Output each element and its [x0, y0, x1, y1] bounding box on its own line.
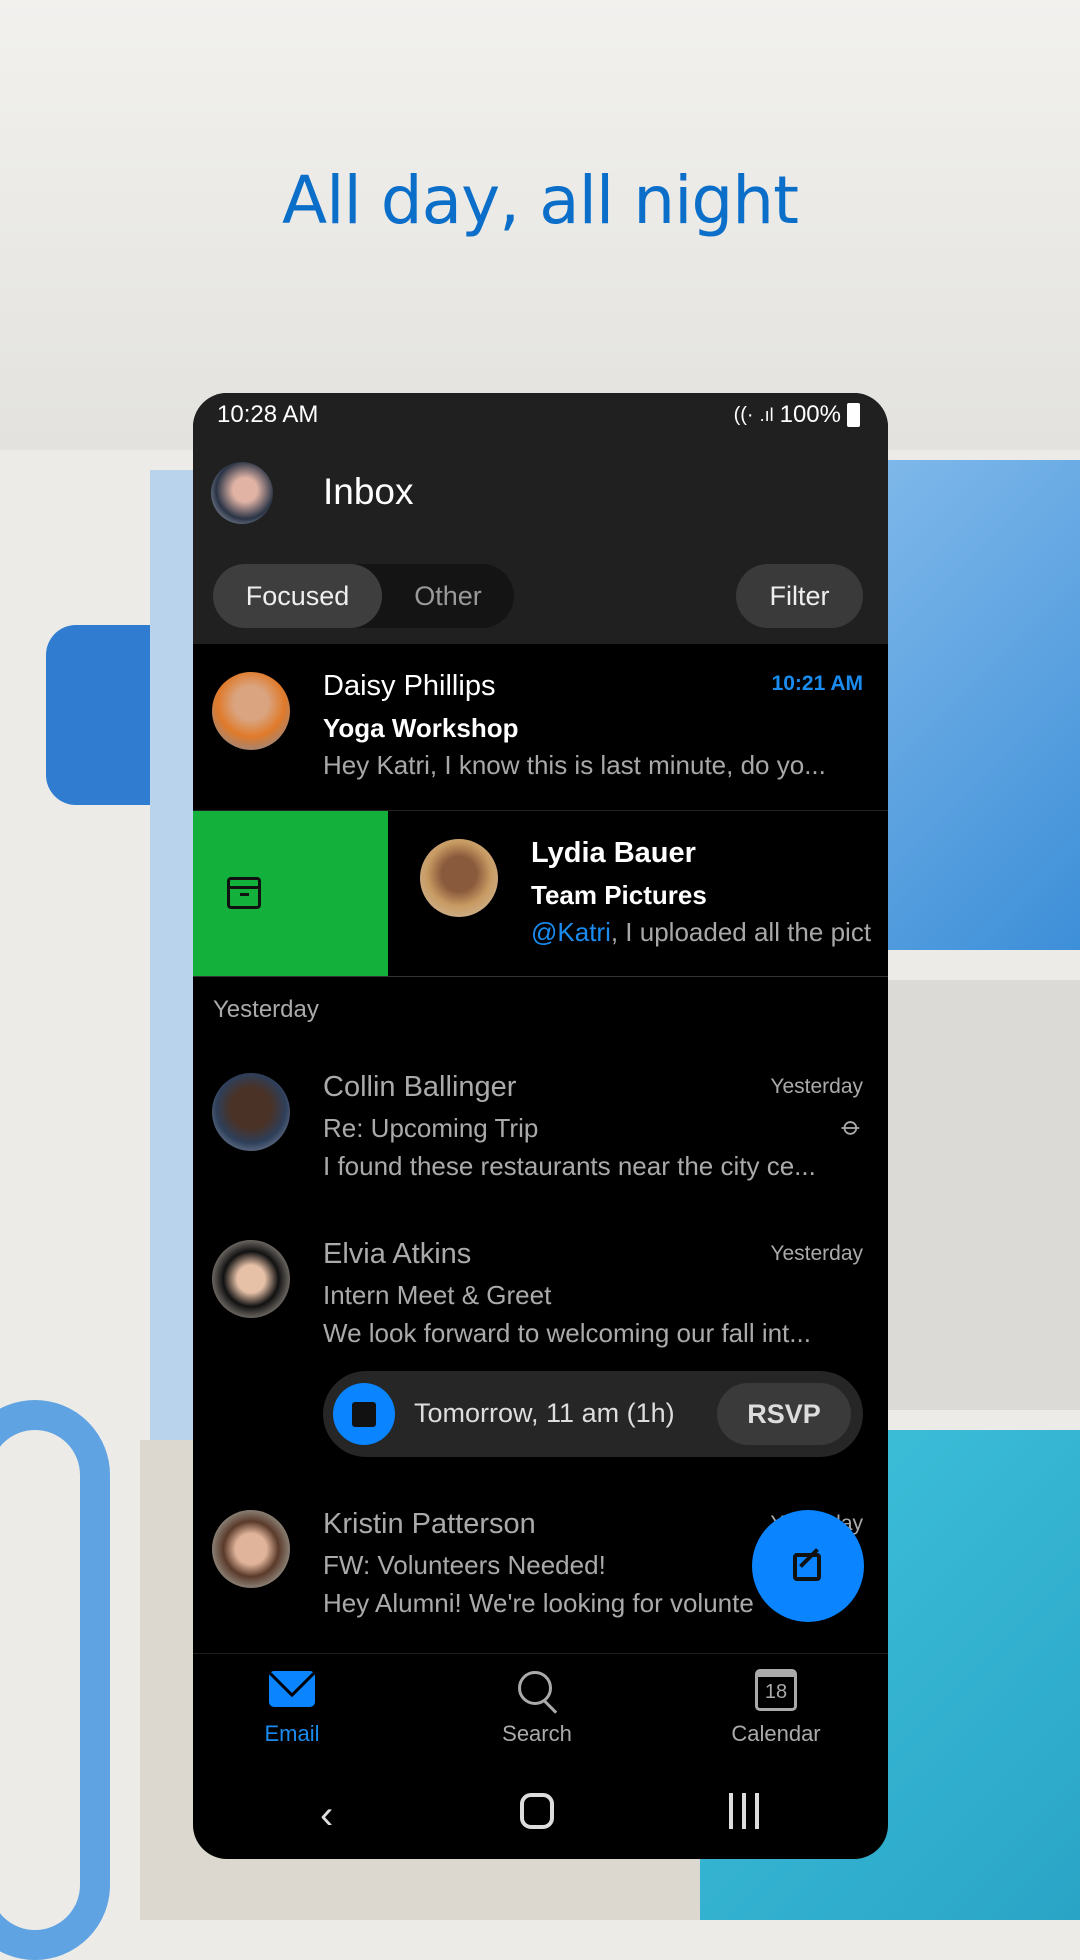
- calendar-event-icon: [333, 1383, 395, 1445]
- phone-screen: 10:28 AM ((· .ıl 100% Inbox Focused Othe…: [193, 393, 888, 1859]
- sender-avatar: [420, 839, 498, 917]
- signal-icon: .ıl: [759, 404, 774, 425]
- home-button[interactable]: [520, 1793, 554, 1829]
- sender-avatar: [212, 1073, 290, 1151]
- search-icon: [514, 1671, 560, 1714]
- background-blue-block: [880, 460, 1080, 950]
- nav-label: Email: [264, 1721, 320, 1746]
- email-time: Yesterday: [770, 1075, 863, 1098]
- account-avatar[interactable]: [211, 462, 273, 524]
- battery-icon: [847, 403, 860, 427]
- nav-email[interactable]: Email: [212, 1671, 372, 1747]
- battery-percent: 100%: [779, 401, 841, 428]
- email-row[interactable]: Daisy Phillips 10:21 AM Yoga Workshop He…: [193, 644, 888, 811]
- email-time: Yesterday: [770, 1242, 863, 1265]
- email-subject: Yoga Workshop: [323, 713, 519, 743]
- wifi-icon: ((·: [733, 403, 754, 426]
- email-subject: Team Pictures: [531, 880, 707, 910]
- rsvp-button[interactable]: RSVP: [717, 1383, 851, 1445]
- email-preview: We look forward to welcoming our fall in…: [323, 1318, 811, 1348]
- background-blue-arch: [0, 1400, 110, 1960]
- sender-name: Collin Ballinger: [323, 1071, 517, 1103]
- email-subject: Re: Upcoming Trip: [323, 1113, 539, 1143]
- email-time: 10:21 AM: [771, 672, 863, 695]
- archive-icon: [227, 877, 261, 909]
- sender-avatar: [212, 1510, 290, 1588]
- recents-button[interactable]: [729, 1793, 759, 1829]
- tab-focused[interactable]: Focused: [213, 564, 382, 628]
- mail-icon: [269, 1671, 315, 1707]
- event-card: Tomorrow, 11 am (1h) RSVP: [323, 1371, 863, 1457]
- nav-label: Calendar: [731, 1721, 821, 1746]
- email-preview: Hey Alumni! We're looking for volunte: [323, 1588, 754, 1618]
- email-row[interactable]: Elvia Atkins Yesterday Intern Meet & Gre…: [193, 1228, 888, 1478]
- nav-calendar[interactable]: 18 Calendar: [696, 1669, 856, 1747]
- email-preview: Hey Katri, I know this is last minute, d…: [323, 750, 826, 780]
- calendar-icon: 18: [755, 1669, 797, 1711]
- headline: All day, all night: [281, 162, 799, 239]
- compose-button[interactable]: [752, 1510, 864, 1622]
- sender-avatar: [212, 1240, 290, 1318]
- email-row[interactable]: Collin Ballinger Yesterday Re: Upcoming …: [193, 1061, 888, 1221]
- back-button[interactable]: ‹: [320, 1793, 333, 1838]
- email-row-swiped[interactable]: Lydia Bauer Team Pictures @Katri, I uplo…: [193, 811, 888, 977]
- sender-name: Kristin Patterson: [323, 1508, 536, 1540]
- page-title: Inbox: [323, 471, 414, 512]
- sender-avatar: [212, 672, 290, 750]
- nav-search[interactable]: Search: [457, 1671, 617, 1747]
- attachment-icon: ⌀: [836, 1110, 869, 1143]
- status-icons: ((· .ıl 100%: [734, 401, 860, 429]
- filter-button[interactable]: Filter: [736, 564, 863, 628]
- archive-action[interactable]: [193, 811, 388, 976]
- sender-name: Elvia Atkins: [323, 1238, 472, 1270]
- section-header: Yesterday: [213, 996, 319, 1023]
- mention: @Katri: [531, 917, 611, 947]
- event-time: Tomorrow, 11 am (1h): [414, 1398, 675, 1428]
- status-time: 10:28 AM: [217, 401, 319, 428]
- tab-other[interactable]: Other: [382, 564, 514, 628]
- email-subject: FW: Volunteers Needed!: [323, 1550, 606, 1580]
- email-subject: Intern Meet & Greet: [323, 1280, 552, 1310]
- sender-name: Daisy Phillips: [323, 670, 496, 702]
- email-preview: I found these restaurants near the city …: [323, 1151, 816, 1181]
- email-preview: , I uploaded all the pict: [610, 917, 872, 947]
- background-grey-block: [880, 980, 1080, 1410]
- sender-name: Lydia Bauer: [531, 837, 696, 869]
- nav-label: Search: [502, 1721, 572, 1746]
